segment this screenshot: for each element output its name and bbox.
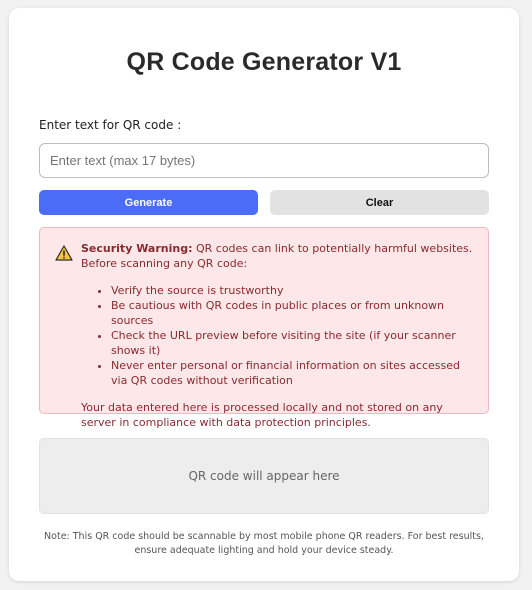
warning-triangle-icon (55, 245, 73, 261)
page-title: QR Code Generator V1 (126, 48, 402, 76)
warning-list: Verify the source is trustworthy Be caut… (111, 283, 479, 388)
warning-list-item: Be cautious with QR codes in public plac… (111, 298, 479, 328)
warning-intro: Security Warning: QR codes can link to p… (81, 241, 479, 271)
warning-list-item: Verify the source is trustworthy (111, 283, 479, 298)
main-card: QR Code Generator V1 Enter text for QR c… (9, 8, 519, 581)
scan-note: Note: This QR code should be scannable b… (44, 531, 484, 556)
clear-button[interactable]: Clear (270, 190, 489, 215)
warning-list-item: Check the URL preview before visiting th… (111, 328, 479, 358)
qr-placeholder-text: QR code will appear here (188, 469, 340, 483)
input-label: Enter text for QR code : (39, 118, 182, 132)
qr-output-area: QR code will appear here (39, 438, 489, 514)
warning-heading: Security Warning: (81, 242, 193, 255)
generate-button[interactable]: Generate (39, 190, 258, 215)
security-warning: Security Warning: QR codes can link to p… (39, 227, 489, 429)
privacy-notice: Your data entered here is processed loca… (81, 401, 443, 429)
warning-list-item: Never enter personal or financial inform… (111, 358, 479, 388)
warning-text: Security Warning: QR codes can link to p… (81, 241, 479, 430)
qr-text-input[interactable] (39, 143, 489, 178)
